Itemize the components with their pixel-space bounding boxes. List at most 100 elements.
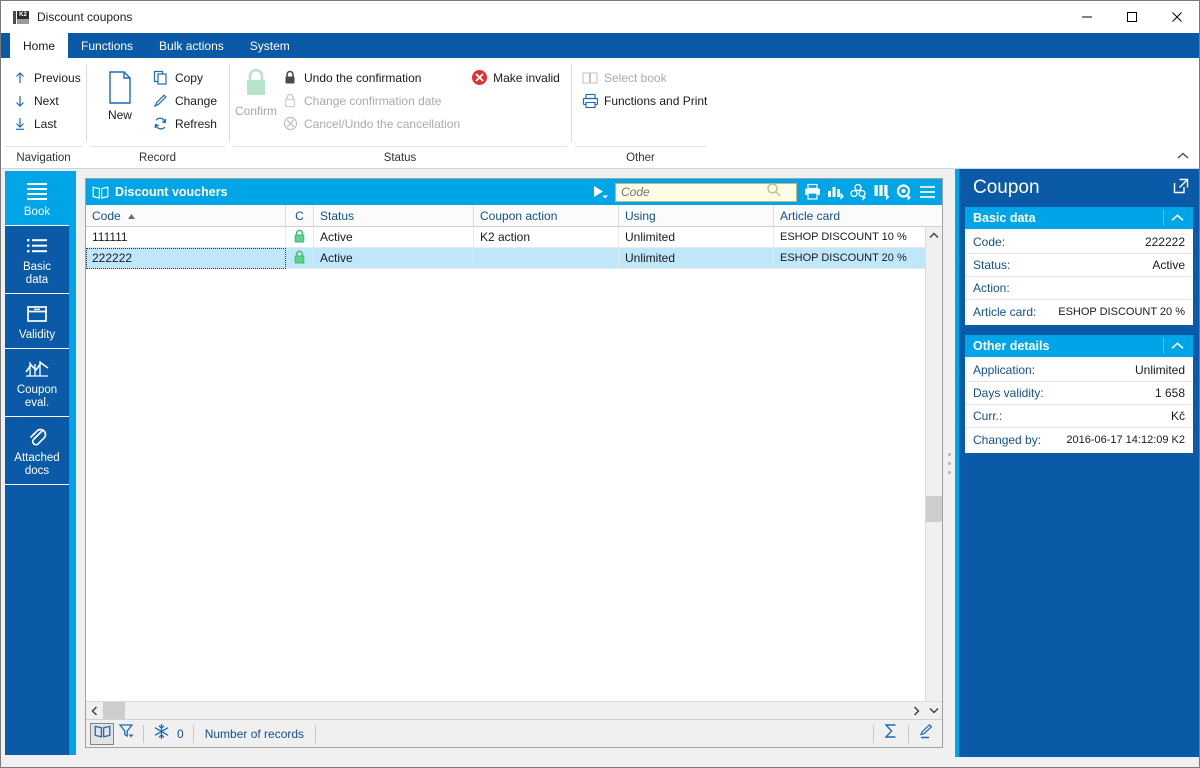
panel-splitter[interactable]	[943, 178, 955, 748]
window-title: Discount coupons	[37, 10, 133, 24]
scroll-left-button[interactable]	[86, 702, 103, 719]
lock-green-icon	[241, 64, 271, 104]
sidebar-item-label-validity: Validity	[18, 329, 56, 341]
maximize-button[interactable]	[1109, 1, 1154, 33]
sidebar-item-book[interactable]: Book	[5, 171, 69, 226]
bar-chart-icon[interactable]	[825, 182, 845, 202]
sidebar-item-attached-docs[interactable]: Attached docs	[5, 417, 69, 485]
play-triangle-icon[interactable]	[591, 184, 615, 200]
print-icon[interactable]	[802, 182, 822, 202]
sidebar-item-basic-data[interactable]: Basic data	[5, 226, 69, 294]
scroll-up-button[interactable]	[926, 227, 942, 244]
detail-value: 2016-06-17 14:12:09 K2	[1066, 433, 1185, 446]
column-header-coupon-action[interactable]: Coupon action	[474, 205, 619, 227]
tab-bulk-actions[interactable]: Bulk actions	[146, 33, 237, 58]
column-header-status[interactable]: Status	[314, 205, 474, 227]
status-edit-button[interactable]	[914, 723, 938, 745]
settings-gear-icon[interactable]	[894, 182, 914, 202]
cell-using[interactable]: Unlimited	[619, 227, 774, 248]
detail-section-header-other-details[interactable]: Other details	[965, 335, 1193, 357]
detail-row-application: Application: Unlimited	[965, 359, 1193, 382]
confirm-button: Confirm	[235, 62, 277, 146]
tab-system[interactable]: System	[237, 33, 303, 58]
cell-code[interactable]: 222222	[86, 247, 286, 269]
status-sum-button[interactable]	[879, 723, 903, 745]
book-open-icon	[92, 185, 109, 200]
hamburger-menu-icon[interactable]	[917, 182, 937, 202]
close-button[interactable]	[1154, 1, 1199, 33]
ribbon-group-record: New Copy Change Refresh Record	[86, 58, 229, 168]
horizontal-scroll-thumb[interactable]	[103, 702, 125, 719]
functions-and-print-button[interactable]: Functions and Print	[577, 89, 713, 112]
copy-label: Copy	[174, 70, 203, 85]
change-button[interactable]: Change	[148, 89, 223, 112]
last-button[interactable]: Last	[7, 112, 87, 135]
column-header-code[interactable]: Code	[86, 205, 286, 227]
cancel-undo-cancellation-button: Cancel/Undo the cancellation	[277, 112, 466, 135]
change-confirmation-date-label: Change confirmation date	[304, 93, 442, 108]
status-filter-button[interactable]	[114, 723, 138, 745]
vertical-scroll-track[interactable]	[926, 244, 942, 701]
bullet-list-icon	[7, 233, 67, 259]
columns-icon[interactable]	[871, 182, 891, 202]
undo-confirmation-button[interactable]: Undo the confirmation	[277, 66, 466, 89]
chevron-up-icon[interactable]	[1163, 338, 1191, 354]
horizontal-scroll-track[interactable]	[103, 702, 908, 719]
cell-coupon-action[interactable]	[474, 247, 619, 269]
grid-vertical-scrollbar[interactable]	[925, 227, 942, 701]
status-snowflake-button[interactable]	[149, 723, 173, 745]
detail-section-body-basic-data: Code: 222222 Status: Active Action: Arti…	[965, 229, 1193, 325]
sidebar-item-label-basic-data-line2: data	[25, 274, 49, 286]
sidebar-item-coupon-eval[interactable]: Coupon eval.	[5, 349, 69, 417]
cell-article-card[interactable]: ESHOP DISCOUNT 10 %	[774, 227, 922, 248]
table-row[interactable]: 222222 Active Unlimited ESHOP DISCOUNT 2…	[86, 247, 925, 269]
vertical-scroll-thumb[interactable]	[926, 496, 942, 522]
chevron-up-icon[interactable]	[1163, 210, 1191, 226]
previous-label: Previous	[34, 70, 81, 85]
ribbon-collapse-button[interactable]	[1175, 148, 1191, 164]
sidebar-item-validity[interactable]: Validity	[5, 294, 69, 349]
column-header-article-card[interactable]: Article card	[774, 205, 922, 227]
cell-coupon-action[interactable]: K2 action	[474, 227, 619, 248]
refresh-button[interactable]: Refresh	[148, 112, 223, 135]
make-invalid-button[interactable]: Make invalid	[466, 66, 566, 89]
external-link-icon[interactable]	[1173, 178, 1189, 199]
search-input-wrapper[interactable]	[615, 182, 797, 203]
pivot-icon[interactable]	[848, 182, 868, 202]
lock-light-icon	[281, 92, 299, 110]
detail-value: Active	[1152, 258, 1185, 272]
application-window: K2 Discount coupons Home Functions Bulk …	[0, 0, 1200, 768]
status-records-label: Number of records	[204, 726, 305, 741]
cell-status[interactable]: Active	[314, 247, 474, 269]
cell-article-card[interactable]: ESHOP DISCOUNT 20 %	[774, 248, 922, 269]
search-input[interactable]	[616, 184, 766, 200]
column-header-c[interactable]: C	[286, 205, 314, 227]
scroll-down-button[interactable]	[925, 702, 942, 719]
detail-label: Days validity:	[973, 386, 1044, 400]
next-button[interactable]: Next	[7, 89, 87, 112]
cell-code[interactable]: 111111	[86, 227, 286, 248]
previous-button[interactable]: Previous	[7, 66, 87, 89]
tab-functions[interactable]: Functions	[68, 33, 146, 58]
new-button[interactable]: New	[92, 62, 148, 146]
new-document-icon	[105, 68, 135, 108]
magnifier-icon[interactable]	[766, 182, 782, 203]
detail-section-title: Basic data	[973, 211, 1036, 225]
cell-status[interactable]: Active	[314, 227, 474, 248]
detail-row-code: Code: 222222	[965, 231, 1193, 254]
status-separator	[315, 724, 317, 743]
detail-section-header-basic-data[interactable]: Basic data	[965, 207, 1193, 229]
tab-home[interactable]: Home	[10, 33, 69, 58]
scroll-right-button[interactable]	[908, 702, 925, 719]
sidebar-item-label-attached-docs-line1: Attached	[14, 452, 60, 464]
grid-horizontal-scrollbar[interactable]	[86, 701, 942, 719]
column-header-using[interactable]: Using	[619, 205, 774, 227]
sidebar-filler	[5, 485, 69, 755]
minimize-button[interactable]	[1064, 1, 1109, 33]
table-row[interactable]: 111111 Active K2 action Unlimited ESHOP …	[86, 227, 925, 248]
status-book-button[interactable]	[90, 722, 114, 745]
cell-using[interactable]: Unlimited	[619, 247, 774, 269]
detail-row-days-validity: Days validity: 1 658	[965, 382, 1193, 405]
copy-button[interactable]: Copy	[148, 66, 223, 89]
copy-icon	[152, 69, 170, 87]
